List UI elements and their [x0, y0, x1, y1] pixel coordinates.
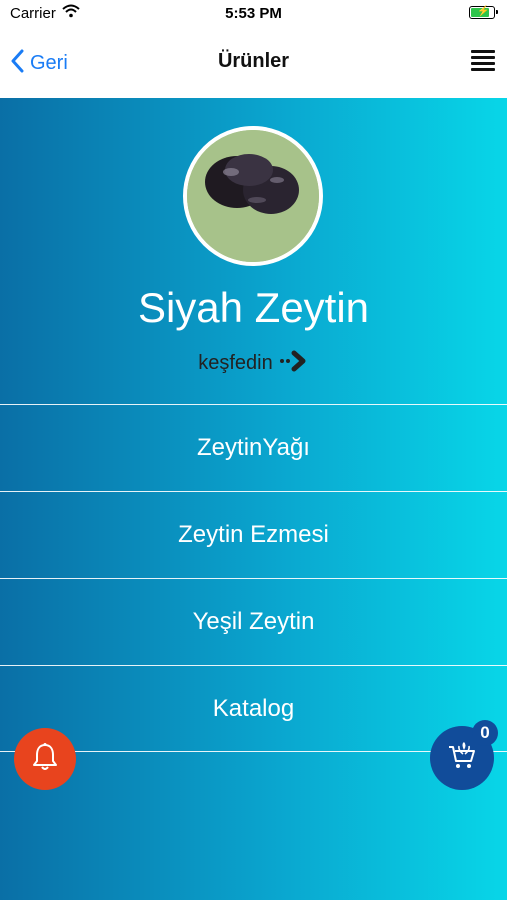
status-bar: Carrier 5:53 PM ⚡ — [0, 0, 507, 28]
navigation-bar: Geri Ürünler — [0, 28, 507, 98]
notification-button[interactable] — [14, 728, 76, 790]
cart-count-badge: 0 — [472, 720, 498, 746]
main-content: Siyah Zeytin keşfedin ZeytinYağı Zeytin … — [0, 98, 507, 900]
category-menu: ZeytinYağı Zeytin Ezmesi Yeşil Zeytin Ka… — [0, 404, 507, 752]
hamburger-menu-icon[interactable] — [471, 50, 495, 74]
clock: 5:53 PM — [225, 5, 282, 22]
page-title: Ürünler — [217, 50, 290, 72]
cart-icon — [447, 741, 477, 776]
menu-item-zeytin-ezmesi[interactable]: Zeytin Ezmesi — [0, 491, 507, 578]
bell-icon — [31, 742, 59, 777]
menu-item-katalog[interactable]: Katalog — [0, 665, 507, 752]
discover-label: keşfedin — [198, 352, 273, 374]
battery-icon: ⚡ — [469, 6, 498, 19]
discover-link[interactable]: keşfedin — [0, 350, 507, 377]
menu-item-zeytinyagi[interactable]: ZeytinYağı — [0, 404, 507, 491]
arrow-right-icon — [273, 350, 309, 377]
product-title: Siyah Zeytin — [137, 284, 370, 331]
menu-item-yesil-zeytin[interactable]: Yeşil Zeytin — [0, 578, 507, 665]
product-image — [183, 126, 323, 266]
